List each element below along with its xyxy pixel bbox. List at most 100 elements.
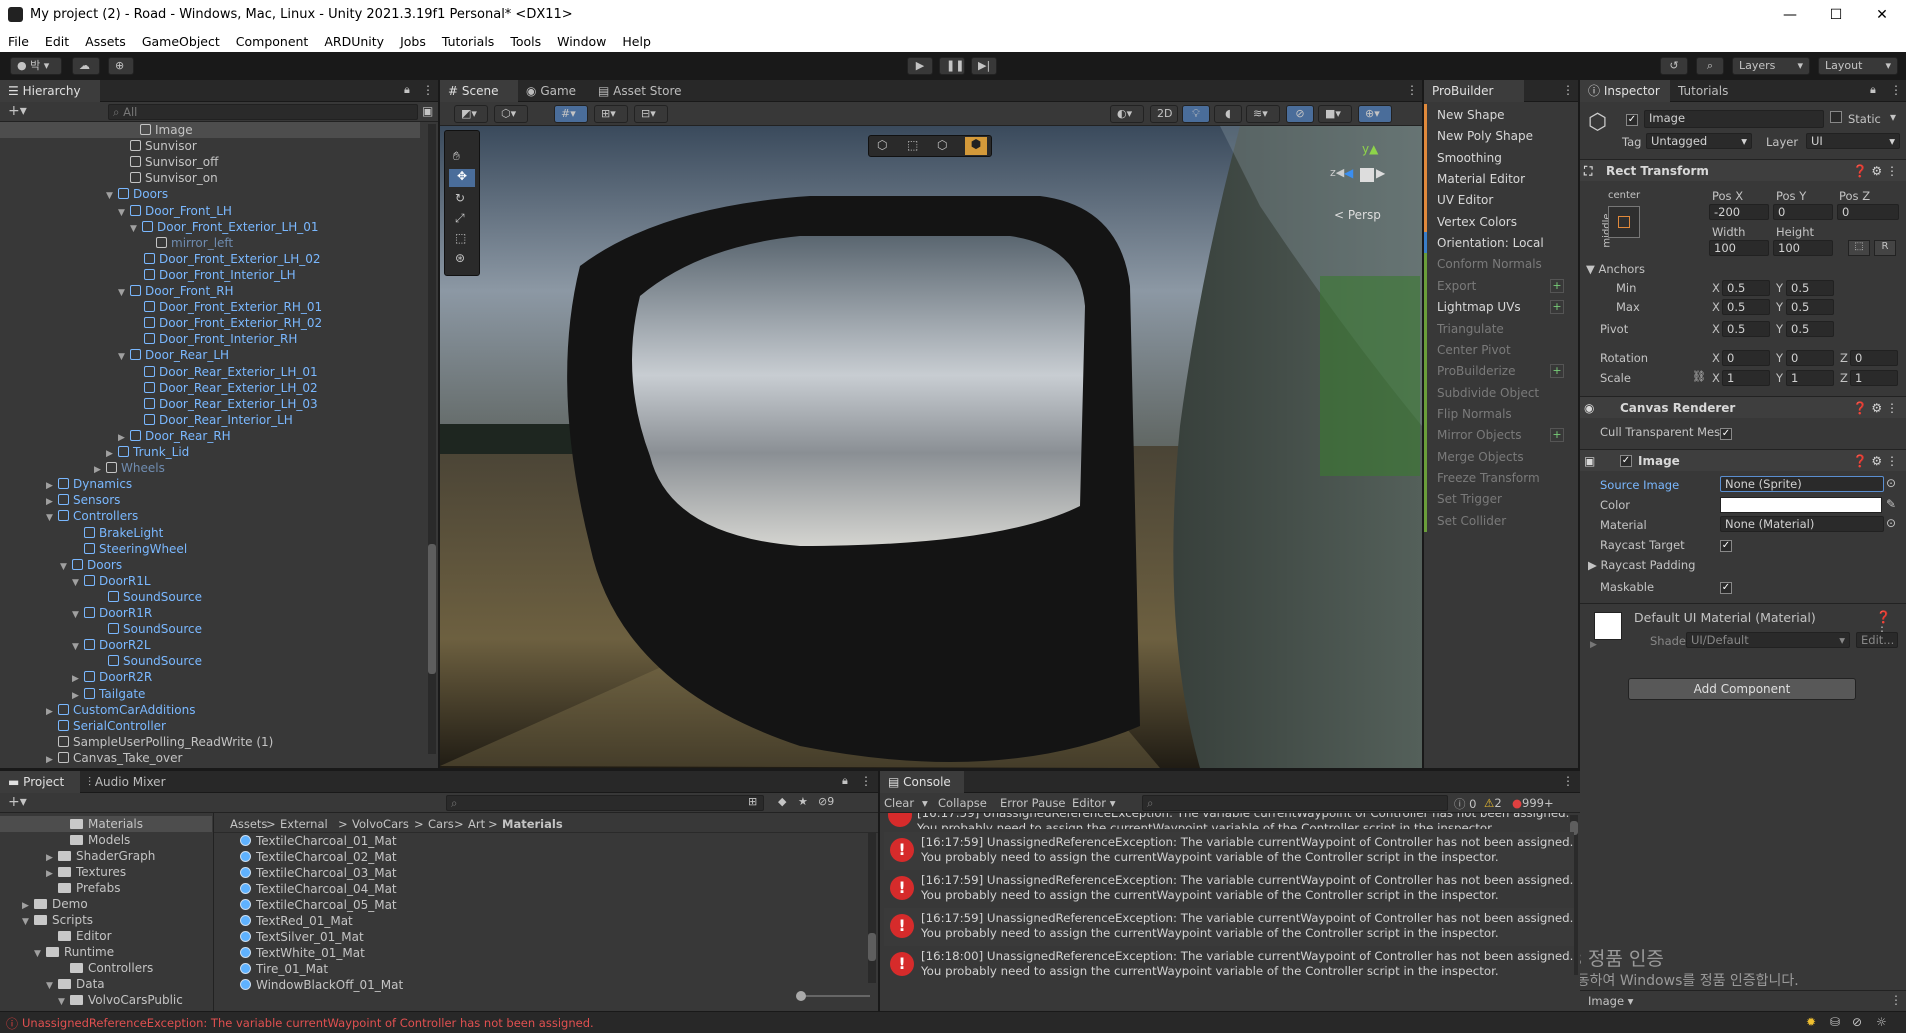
status-message[interactable]: UnassignedReferenceException: The variab…	[22, 1016, 594, 1030]
component-menu-icon[interactable]: ❓ ⚙ ⋮	[1853, 160, 1898, 182]
hierarchy-item[interactable]: Sunvisor_on	[118, 170, 218, 186]
layers-dropdown[interactable]: Layers ▾	[1732, 57, 1810, 75]
clear-button[interactable]: Clear	[884, 796, 914, 810]
project-asset-item[interactable]: TextSilver_01_Mat	[240, 929, 364, 945]
project-asset-item[interactable]: TextRed_01_Mat	[240, 913, 353, 929]
probuilder-action[interactable]: Smoothing	[1424, 146, 1574, 169]
console-entry[interactable]: ! [16:17:59] UnassignedReferenceException…	[884, 870, 1574, 908]
foldout-arrow-icon[interactable]: ▼	[72, 639, 82, 655]
tab-project[interactable]: ▬ Project	[0, 771, 80, 793]
cloud-button[interactable]: ☁	[72, 57, 100, 75]
gizmo-z-axis[interactable]: z◀	[1330, 166, 1344, 179]
cull-transparent-checkbox[interactable]: ✓	[1720, 425, 1732, 440]
probuilder-action[interactable]: Material Editor	[1424, 168, 1574, 191]
project-folder-item[interactable]: ▼ Scripts	[0, 912, 212, 928]
component-menu-icon[interactable]: ❓ ⚙ ⋮	[1853, 450, 1898, 472]
foldout-arrow-icon[interactable]: ▼	[118, 349, 128, 365]
options-plus-icon[interactable]: +	[1550, 278, 1564, 293]
probuilder-action[interactable]: ProBuilderize +	[1424, 360, 1574, 383]
rotation-x-field[interactable]: 0	[1722, 350, 1770, 366]
hierarchy-item[interactable]: SoundSource	[96, 653, 202, 669]
link-icon[interactable]: ⛓	[1692, 370, 1706, 383]
layout-dropdown[interactable]: Layout ▾	[1818, 57, 1898, 75]
cache-server-icon[interactable]: ⛁	[1830, 1015, 1840, 1029]
probuilder-action[interactable]: Orientation: Local	[1424, 232, 1574, 255]
object-picker-icon[interactable]: ⊙	[1886, 476, 1896, 490]
hierarchy-item[interactable]: Door_Rear_Interior_LH	[132, 412, 293, 428]
project-folder-item[interactable]: Editor	[0, 928, 212, 944]
height-field[interactable]: 100	[1773, 240, 1833, 256]
posy-field[interactable]: 0	[1773, 204, 1833, 220]
editor-dropdown[interactable]: Editor ▾	[1072, 796, 1115, 810]
foldout-arrow-icon[interactable]: ▼	[72, 607, 82, 623]
blueprint-mode-button[interactable]: ⬚	[1848, 240, 1870, 256]
tab-game[interactable]: ◉ Game	[518, 80, 590, 102]
hierarchy-item[interactable]: ▶ CustomCarAdditions	[46, 702, 195, 718]
gizmo-y-axis[interactable]: y▲	[1362, 142, 1378, 156]
hierarchy-item[interactable]: ▼ DoorR1L	[72, 573, 151, 589]
anchor-max-x-field[interactable]: 0.5	[1722, 299, 1770, 315]
menu-gameobject[interactable]: GameObject	[134, 30, 228, 49]
menu-tutorials[interactable]: Tutorials	[434, 30, 502, 49]
raw-edit-button[interactable]: R	[1874, 240, 1896, 256]
hierarchy-item[interactable]: ▼ DoorR1R	[72, 605, 152, 621]
foldout-arrow-icon[interactable]: ▼	[118, 285, 128, 301]
hierarchy-item[interactable]: ▶ Canvas_Take_over	[46, 750, 182, 766]
project-asset-item[interactable]: TextileCharcoal_02_Mat	[240, 849, 397, 865]
hierarchy-item[interactable]: ▼ Controllers	[46, 508, 138, 524]
move-tool-icon[interactable]: ✥	[449, 169, 475, 187]
foldout-arrow-icon[interactable]: ▼	[106, 188, 116, 204]
hierarchy-item[interactable]: ▶ Door_Rear_RH	[118, 428, 231, 444]
menu-ardunity[interactable]: ARDUnity	[316, 30, 392, 49]
active-checkbox[interactable]: ✓	[1626, 111, 1638, 126]
pause-button[interactable]: ❚❚	[939, 57, 965, 75]
gizmo-x-axis[interactable]: ◀	[1344, 166, 1353, 180]
hierarchy-item[interactable]: Door_Rear_Exterior_LH_02	[132, 380, 318, 396]
notifications-icon[interactable]: ☼	[1876, 1015, 1887, 1029]
hierarchy-item[interactable]: Door_Rear_Exterior_LH_01	[132, 364, 318, 380]
hierarchy-item[interactable]: ▼ Door_Front_LH	[118, 203, 232, 219]
project-folder-item[interactable]: ▶ Demo	[0, 896, 212, 912]
hierarchy-item[interactable]: SoundSource	[96, 621, 202, 637]
more-icon[interactable]: ⋮	[860, 774, 872, 788]
lighting-toggle[interactable]: 💡︎	[1182, 105, 1210, 123]
console-partial-entry[interactable]: [16:17:59] UnassignedReferenceException:…	[880, 813, 1570, 829]
probuilder-action[interactable]: Conform Normals	[1424, 253, 1574, 276]
shading-dropdown[interactable]: ◐▾	[1110, 105, 1144, 123]
add-icon[interactable]: +▾	[8, 794, 27, 810]
breadcrumb-item[interactable]: Assets	[230, 817, 267, 831]
project-asset-item[interactable]: TextileCharcoal_01_Mat	[240, 833, 397, 849]
raycast-padding-foldout[interactable]: ▶ Raycast Padding	[1588, 558, 1695, 572]
anchor-max-y-field[interactable]: 0.5	[1786, 299, 1834, 315]
more-icon[interactable]: ⋮	[422, 83, 434, 97]
hierarchy-item[interactable]: ▼ Door_Front_RH	[118, 283, 234, 299]
hierarchy-item[interactable]: ▼ DoorR2L	[72, 637, 151, 653]
breadcrumb-item[interactable]: VolvoCars	[352, 817, 409, 831]
filter-icon[interactable]: ▣	[422, 104, 433, 118]
add-component-button[interactable]: Add Component	[1628, 678, 1856, 700]
favorite-icon[interactable]: ★	[798, 795, 808, 808]
menu-file[interactable]: File	[0, 30, 37, 49]
lock-icon[interactable]: 🔒︎	[404, 83, 410, 97]
project-asset-item[interactable]: TextWhite_01_Mat	[240, 945, 365, 961]
search-button[interactable]: ⌕	[1696, 57, 1724, 75]
anchor-min-x-field[interactable]: 0.5	[1722, 280, 1770, 296]
rotation-z-field[interactable]: 0	[1850, 350, 1898, 366]
foldout-arrow-icon[interactable]: ▼	[118, 205, 128, 221]
probuilder-action[interactable]: Set Trigger	[1424, 488, 1574, 511]
vertex-mode-icon[interactable]: ⬚	[907, 138, 918, 152]
probuilder-action[interactable]: Export +	[1424, 274, 1574, 297]
probuilder-action[interactable]: Subdivide Object	[1424, 381, 1574, 404]
eyedropper-icon[interactable]: ✎	[1886, 497, 1896, 511]
image-enabled-checkbox[interactable]: ✓	[1620, 455, 1632, 467]
hierarchy-item[interactable]: Door_Front_Exterior_RH_02	[132, 315, 322, 331]
object-mode-icon[interactable]: ⬡	[877, 138, 887, 152]
history-button[interactable]: ↺	[1660, 57, 1688, 75]
minimize-button[interactable]: —	[1767, 0, 1813, 30]
hierarchy-item[interactable]: SoundSource	[96, 589, 202, 605]
material-foldout[interactable]: ▶	[1590, 640, 1597, 650]
hierarchy-item[interactable]: BrakeLight	[72, 525, 163, 541]
source-image-field[interactable]: None (Sprite)	[1720, 476, 1884, 492]
component-menu-icon[interactable]: ❓ ⚙ ⋮	[1853, 397, 1898, 419]
width-field[interactable]: 100	[1709, 240, 1769, 256]
